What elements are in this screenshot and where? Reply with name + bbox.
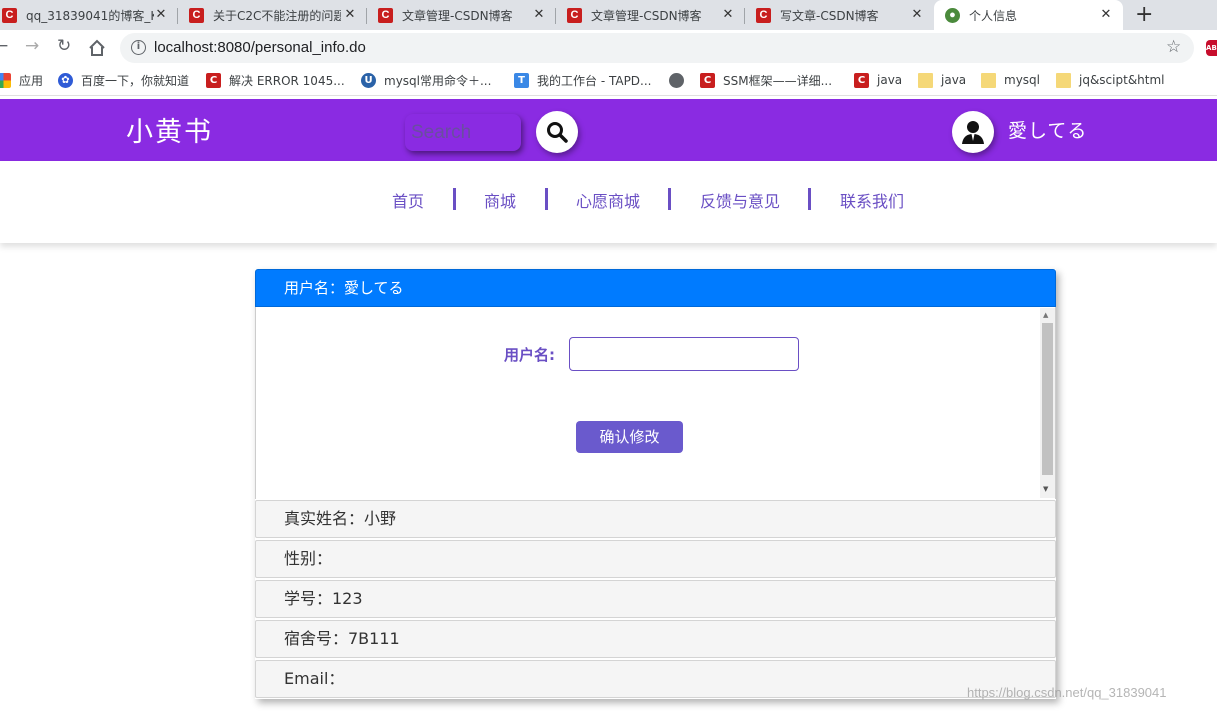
- folder-icon: [981, 72, 996, 88]
- bookmark-label: 解决 ERROR 1045...: [229, 73, 345, 88]
- browser-tab[interactable]: C 关于C2C不能注册的问题 ✕: [178, 0, 367, 30]
- bookmark-item[interactable]: [669, 71, 699, 89]
- bookmark-folder[interactable]: mysql: [981, 71, 1040, 89]
- search-input[interactable]: [405, 114, 521, 151]
- avatar[interactable]: [952, 111, 994, 153]
- nav-divider: [453, 188, 456, 210]
- bookmark-folder[interactable]: jq&scipt&html: [1056, 71, 1165, 89]
- info-row-dorm[interactable]: 宿舍号：7B111: [255, 620, 1056, 658]
- tab-title: 文章管理-CSDN博客: [591, 8, 702, 23]
- bookmark-label: 应用: [19, 73, 44, 88]
- bookmark-folder[interactable]: java: [918, 71, 966, 89]
- nav-divider: [545, 188, 548, 210]
- globe-icon: [669, 72, 684, 88]
- apps-icon: [0, 72, 11, 88]
- info-icon[interactable]: i: [131, 40, 146, 55]
- bookmark-label: mysql常用命令＋...: [384, 73, 492, 88]
- bookmark-item[interactable]: ✿ 百度一下，你就知道: [58, 71, 189, 89]
- bookmark-apps[interactable]: 应用: [0, 71, 43, 89]
- baidu-icon: ✿: [58, 72, 73, 88]
- bookmark-item[interactable]: C SSM框架——详细...: [700, 71, 832, 89]
- bookmark-label: java: [877, 73, 903, 87]
- bookmark-label: SSM框架——详细...: [723, 73, 833, 88]
- nav-feedback[interactable]: 反馈与意见: [700, 188, 780, 212]
- close-icon[interactable]: ✕: [721, 7, 735, 22]
- site-logo[interactable]: 小黄书: [126, 110, 213, 149]
- browser-tab[interactable]: C 写文章-CSDN博客 ✕: [745, 0, 934, 30]
- tab-title: 关于C2C不能注册的问题: [213, 8, 341, 23]
- back-icon[interactable]: ←: [0, 36, 8, 56]
- bookmark-item[interactable]: U mysql常用命令＋...: [361, 71, 491, 89]
- csdn-icon: C: [700, 72, 715, 88]
- tab-title: qq_31839041的博客_K: [26, 8, 154, 23]
- nav-divider: [808, 188, 811, 210]
- url-text[interactable]: localhost:8080/personal_info.do: [154, 39, 366, 56]
- u-icon: U: [361, 72, 376, 88]
- bookmark-label: 我的工作台 - TAPD...: [537, 73, 652, 88]
- bookmark-label: mysql: [1004, 73, 1040, 87]
- nav-home[interactable]: 首页: [392, 188, 424, 212]
- folder-icon: [1056, 72, 1071, 88]
- search-button[interactable]: [536, 111, 578, 153]
- scroll-up-icon[interactable]: ▲: [1043, 311, 1048, 319]
- home-icon[interactable]: [88, 39, 106, 61]
- close-icon[interactable]: ✕: [1099, 7, 1113, 22]
- forward-icon[interactable]: →: [25, 36, 39, 56]
- close-icon[interactable]: ✕: [343, 7, 357, 22]
- csdn-icon: C: [189, 7, 204, 23]
- info-row-real-name[interactable]: 真实姓名：小野: [255, 500, 1056, 538]
- bookmark-item[interactable]: C 解决 ERROR 1045...: [206, 71, 345, 89]
- csdn-icon: C: [756, 7, 771, 23]
- browser-tab[interactable]: C 文章管理-CSDN博客 ✕: [367, 0, 556, 30]
- csdn-icon: C: [2, 7, 17, 23]
- folder-icon: [918, 72, 933, 88]
- tab-title: 个人信息: [969, 8, 1018, 23]
- info-row-student-id[interactable]: 学号：123: [255, 580, 1056, 618]
- panel-header-username[interactable]: 用户名：愛してる: [255, 269, 1056, 307]
- star-icon[interactable]: ☆: [1166, 37, 1181, 57]
- new-tab-icon[interactable]: +: [1135, 2, 1153, 27]
- csdn-icon: C: [206, 72, 221, 88]
- info-row-gender[interactable]: 性别：: [255, 540, 1056, 578]
- username-label: 用户名:: [504, 346, 555, 364]
- search-icon: [547, 122, 568, 143]
- browser-tab[interactable]: C 文章管理-CSDN博客 ✕: [556, 0, 745, 30]
- info-row-email[interactable]: Email：: [255, 660, 1056, 698]
- nav-wish-mall[interactable]: 心愿商城: [576, 188, 640, 212]
- close-icon[interactable]: ✕: [154, 7, 168, 22]
- nav-divider: [668, 188, 671, 210]
- confirm-button[interactable]: 确认修改: [576, 421, 683, 453]
- csdn-icon: C: [854, 72, 869, 88]
- close-icon[interactable]: ✕: [910, 7, 924, 22]
- bookmark-label: jq&scipt&html: [1079, 73, 1165, 87]
- nav-contact[interactable]: 联系我们: [840, 188, 904, 212]
- site-icon: ●: [945, 7, 960, 23]
- tapd-icon: T: [514, 72, 529, 88]
- nav-mall[interactable]: 商城: [484, 188, 516, 212]
- username-field[interactable]: [569, 337, 799, 371]
- close-icon[interactable]: ✕: [532, 7, 546, 22]
- panel-body: [255, 307, 1056, 499]
- adblock-icon[interactable]: ABP: [1206, 40, 1217, 56]
- scrollbar-thumb[interactable]: [1042, 323, 1053, 475]
- browser-tab[interactable]: C qq_31839041的博客_K ✕: [0, 0, 178, 30]
- bookmark-item[interactable]: C java: [854, 71, 902, 89]
- tab-title: 写文章-CSDN博客: [780, 8, 879, 23]
- bookmark-label: java: [941, 73, 967, 87]
- scroll-down-icon[interactable]: ▼: [1043, 485, 1048, 493]
- browser-tab-active[interactable]: ● 个人信息 ✕: [934, 0, 1123, 30]
- header-username[interactable]: 愛してる: [1008, 116, 1087, 143]
- user-icon: [959, 118, 987, 146]
- csdn-icon: C: [567, 7, 582, 23]
- csdn-icon: C: [378, 7, 393, 23]
- reload-icon[interactable]: ↻: [57, 36, 71, 56]
- watermark: https://blog.csdn.net/qq_31839041: [967, 685, 1167, 700]
- tab-title: 文章管理-CSDN博客: [402, 8, 513, 23]
- bookmark-item[interactable]: T 我的工作台 - TAPD...: [514, 71, 652, 89]
- bookmark-label: 百度一下，你就知道: [81, 73, 190, 88]
